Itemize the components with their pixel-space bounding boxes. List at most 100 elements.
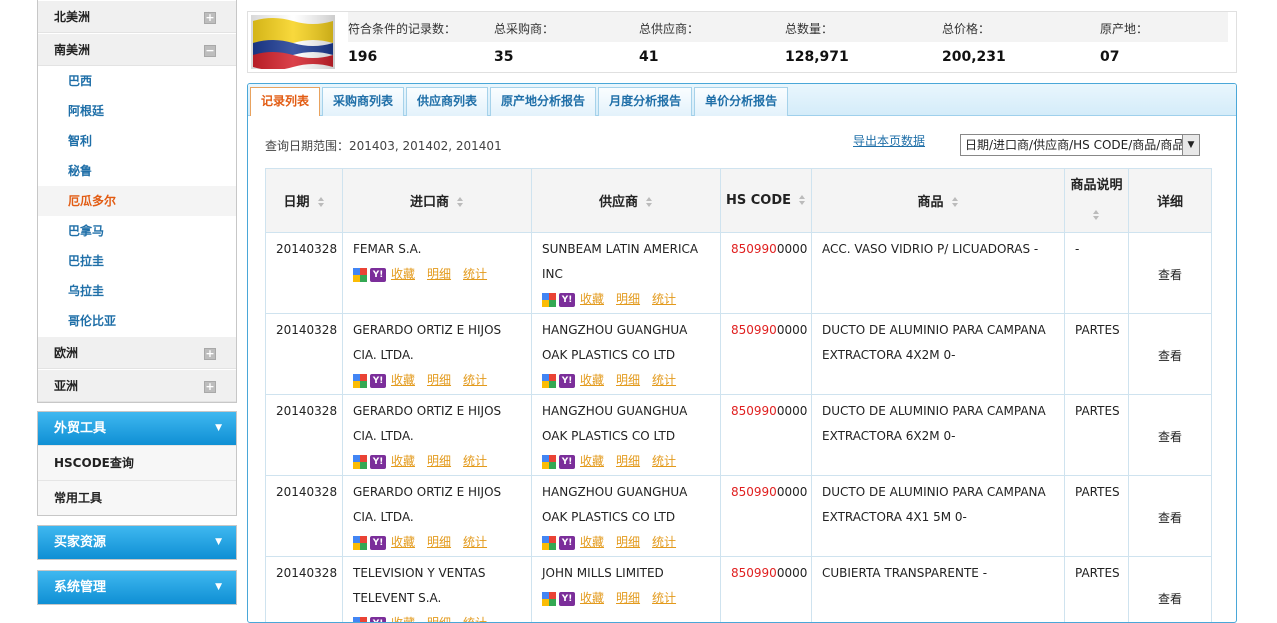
statistics-link[interactable]: 统计 xyxy=(652,535,676,549)
favorite-link[interactable]: 收藏 xyxy=(580,591,604,605)
favorite-link[interactable]: 收藏 xyxy=(391,535,415,549)
google-icon[interactable] xyxy=(542,455,556,469)
tool-item-hscode[interactable]: HSCODE查询 xyxy=(38,445,236,480)
sort-icon[interactable] xyxy=(457,197,464,208)
buyer-resources-header[interactable]: 买家资源 ▼ xyxy=(38,526,236,559)
tab-5[interactable]: 单价分析报告 xyxy=(694,87,788,116)
country-link[interactable]: 厄瓜多尔 xyxy=(38,186,236,216)
yahoo-icon[interactable]: Y! xyxy=(370,455,386,469)
country-link[interactable]: 巴西 xyxy=(38,66,236,96)
google-icon[interactable] xyxy=(542,374,556,388)
statistics-link[interactable]: 统计 xyxy=(652,591,676,605)
detail-info-link[interactable]: 明细 xyxy=(427,616,451,623)
google-icon[interactable] xyxy=(542,293,556,307)
yahoo-icon[interactable]: Y! xyxy=(370,617,386,623)
google-icon[interactable] xyxy=(353,374,367,388)
col-header-date[interactable]: 日期 xyxy=(266,169,343,233)
col-header-product[interactable]: 商品 xyxy=(812,169,1065,233)
importer-name[interactable]: TELEVISION Y VENTAS TELEVENT S.A. xyxy=(353,561,521,611)
minus-icon[interactable]: − xyxy=(204,45,216,57)
favorite-link[interactable]: 收藏 xyxy=(580,535,604,549)
detail-info-link[interactable]: 明细 xyxy=(616,292,640,306)
tab-2[interactable]: 供应商列表 xyxy=(406,87,488,116)
plus-icon[interactable]: + xyxy=(204,348,216,360)
yahoo-icon[interactable]: Y! xyxy=(559,455,575,469)
google-icon[interactable] xyxy=(353,536,367,550)
region-header[interactable]: 北美洲+ xyxy=(38,0,236,33)
col-header-supplier[interactable]: 供应商 xyxy=(532,169,721,233)
favorite-link[interactable]: 收藏 xyxy=(391,373,415,387)
statistics-link[interactable]: 统计 xyxy=(652,454,676,468)
region-header[interactable]: 欧洲+ xyxy=(38,336,236,369)
view-detail-link[interactable]: 查看 xyxy=(1158,511,1182,525)
detail-info-link[interactable]: 明细 xyxy=(616,591,640,605)
supplier-name[interactable]: HANGZHOU GUANGHUA OAK PLASTICS CO LTD xyxy=(542,399,710,449)
detail-info-link[interactable]: 明细 xyxy=(427,454,451,468)
yahoo-icon[interactable]: Y! xyxy=(559,536,575,550)
statistics-link[interactable]: 统计 xyxy=(652,292,676,306)
sort-icon[interactable] xyxy=(1093,210,1100,221)
statistics-link[interactable]: 统计 xyxy=(463,373,487,387)
view-detail-link[interactable]: 查看 xyxy=(1158,592,1182,606)
export-page-link[interactable]: 导出本页数据 xyxy=(853,132,925,149)
col-header-importer[interactable]: 进口商 xyxy=(343,169,532,233)
yahoo-icon[interactable]: Y! xyxy=(370,536,386,550)
yahoo-icon[interactable]: Y! xyxy=(559,293,575,307)
statistics-link[interactable]: 统计 xyxy=(463,616,487,623)
chevron-down-icon[interactable]: ▼ xyxy=(1182,135,1199,155)
sort-select[interactable]: 日期/进口商/供应商/HS CODE/商品/商品说明 ▼ xyxy=(960,134,1200,156)
region-header[interactable]: 亚洲+ xyxy=(38,369,236,402)
statistics-link[interactable]: 统计 xyxy=(463,267,487,281)
region-header[interactable]: 南美洲− xyxy=(38,33,236,66)
google-icon[interactable] xyxy=(542,592,556,606)
detail-info-link[interactable]: 明细 xyxy=(616,454,640,468)
plus-icon[interactable]: + xyxy=(204,12,216,24)
importer-name[interactable]: GERARDO ORTIZ E HIJOS CIA. LTDA. xyxy=(353,399,521,449)
tab-1[interactable]: 采购商列表 xyxy=(322,87,404,116)
country-link[interactable]: 阿根廷 xyxy=(38,96,236,126)
col-header-hscode[interactable]: HS CODE xyxy=(721,169,812,233)
favorite-link[interactable]: 收藏 xyxy=(391,267,415,281)
system-admin-header[interactable]: 系统管理 ▼ xyxy=(38,571,236,604)
favorite-link[interactable]: 收藏 xyxy=(580,454,604,468)
supplier-name[interactable]: HANGZHOU GUANGHUA OAK PLASTICS CO LTD xyxy=(542,318,710,368)
statistics-link[interactable]: 统计 xyxy=(463,454,487,468)
view-detail-link[interactable]: 查看 xyxy=(1158,430,1182,444)
supplier-name[interactable]: HANGZHOU GUANGHUA OAK PLASTICS CO LTD xyxy=(542,480,710,530)
importer-name[interactable]: FEMAR S.A. xyxy=(353,237,521,262)
country-link[interactable]: 巴拿马 xyxy=(38,216,236,246)
sort-icon[interactable] xyxy=(318,197,325,208)
plus-icon[interactable]: + xyxy=(204,381,216,393)
importer-name[interactable]: GERARDO ORTIZ E HIJOS CIA. LTDA. xyxy=(353,318,521,368)
yahoo-icon[interactable]: Y! xyxy=(370,374,386,388)
country-link[interactable]: 智利 xyxy=(38,126,236,156)
country-link[interactable]: 秘鲁 xyxy=(38,156,236,186)
country-link[interactable]: 哥伦比亚 xyxy=(38,306,236,336)
detail-info-link[interactable]: 明细 xyxy=(616,373,640,387)
statistics-link[interactable]: 统计 xyxy=(652,373,676,387)
supplier-name[interactable]: SUNBEAM LATIN AMERICA INC xyxy=(542,237,710,287)
detail-info-link[interactable]: 明细 xyxy=(427,267,451,281)
statistics-link[interactable]: 统计 xyxy=(463,535,487,549)
country-link[interactable]: 巴拉圭 xyxy=(38,246,236,276)
supplier-name[interactable]: JOHN MILLS LIMITED xyxy=(542,561,710,586)
google-icon[interactable] xyxy=(353,617,367,623)
detail-info-link[interactable]: 明细 xyxy=(427,535,451,549)
tab-4[interactable]: 月度分析报告 xyxy=(598,87,692,116)
favorite-link[interactable]: 收藏 xyxy=(391,616,415,623)
tab-0[interactable]: 记录列表 xyxy=(250,87,320,116)
detail-info-link[interactable]: 明细 xyxy=(616,535,640,549)
favorite-link[interactable]: 收藏 xyxy=(391,454,415,468)
yahoo-icon[interactable]: Y! xyxy=(370,268,386,282)
yahoo-icon[interactable]: Y! xyxy=(559,374,575,388)
country-link[interactable]: 乌拉圭 xyxy=(38,276,236,306)
importer-name[interactable]: GERARDO ORTIZ E HIJOS CIA. LTDA. xyxy=(353,480,521,530)
sort-icon[interactable] xyxy=(646,197,653,208)
google-icon[interactable] xyxy=(353,268,367,282)
sort-icon[interactable] xyxy=(799,195,806,206)
tab-3[interactable]: 原产地分析报告 xyxy=(490,87,596,116)
detail-info-link[interactable]: 明细 xyxy=(427,373,451,387)
yahoo-icon[interactable]: Y! xyxy=(559,592,575,606)
view-detail-link[interactable]: 查看 xyxy=(1158,268,1182,282)
google-icon[interactable] xyxy=(542,536,556,550)
